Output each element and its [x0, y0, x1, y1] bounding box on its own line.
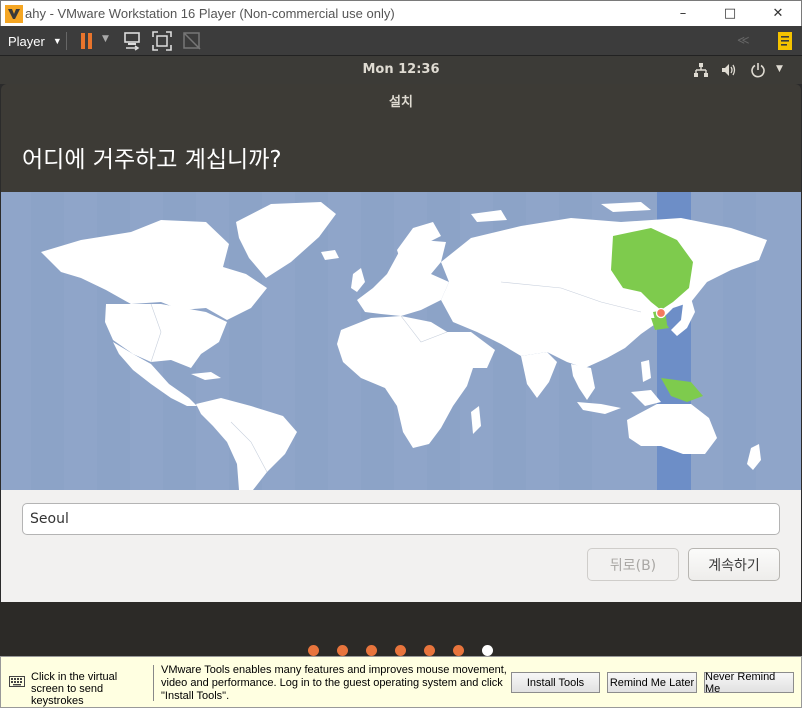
- install-tools-button[interactable]: Install Tools: [511, 672, 600, 693]
- world-map-graphic: [31, 192, 767, 490]
- progress-dot-6: [453, 645, 464, 656]
- volume-icon[interactable]: [721, 62, 737, 78]
- keyboard-icon: [9, 676, 25, 687]
- tools-message: VMware Tools enables many features and i…: [161, 664, 507, 702]
- panel-clock[interactable]: Mon 12:36: [0, 62, 802, 77]
- send-ctrl-alt-del-icon[interactable]: [121, 30, 143, 52]
- player-menu-label: Player: [8, 33, 45, 49]
- chevron-down-icon: ▼: [52, 36, 62, 46]
- unity-icon[interactable]: [181, 30, 203, 52]
- timezone-map[interactable]: [1, 192, 801, 490]
- ubuntu-top-panel: Mon 12:36 ▼: [0, 56, 802, 84]
- never-remind-button[interactable]: Never Remind Me: [704, 671, 794, 695]
- progress-dot-1: [308, 645, 319, 656]
- keystroke-hint: Click in the virtual screen to send keys…: [31, 671, 118, 707]
- minimize-button[interactable]: –: [660, 1, 706, 26]
- progress-dot-2: [337, 645, 348, 656]
- back-button[interactable]: 뒤로(B): [587, 548, 679, 581]
- toolsbar-divider: [153, 665, 154, 701]
- window-titlebar: ahy - VMware Workstation 16 Player (Non-…: [0, 0, 802, 26]
- library-icon[interactable]: [774, 30, 796, 52]
- power-icon[interactable]: [750, 62, 766, 78]
- player-menu[interactable]: Player ▼: [2, 28, 62, 54]
- collapse-icon[interactable]: ≪: [737, 33, 750, 47]
- maximize-button[interactable]: □: [707, 1, 753, 26]
- network-icon[interactable]: [693, 62, 709, 78]
- installer-progress: [0, 602, 802, 656]
- page-title: 어디에 거주하고 계십니까?: [22, 147, 282, 173]
- vmware-tools-bar: Click in the virtual screen to send keys…: [0, 656, 802, 708]
- location-form: 뒤로(B) 계속하기: [1, 490, 801, 602]
- installer-window-title: 설치: [389, 95, 413, 110]
- continue-button[interactable]: 계속하기: [688, 548, 780, 581]
- toolbar-divider: [66, 32, 67, 50]
- vmware-toolbar: Player ▼ ▼ ≪: [0, 26, 802, 56]
- pause-icon[interactable]: [76, 30, 98, 52]
- vmware-logo-icon: [5, 5, 23, 23]
- installer-header: 설치 어디에 거주하고 계십니까?: [1, 84, 801, 192]
- chevron-down-icon[interactable]: ▼: [776, 64, 783, 74]
- progress-dot-current: [482, 645, 493, 656]
- pause-dropdown-icon[interactable]: ▼: [102, 34, 109, 44]
- progress-dot-4: [395, 645, 406, 656]
- remind-later-button[interactable]: Remind Me Later: [607, 672, 697, 693]
- installer-window: 설치 어디에 거주하고 계십니까? Seoul 뒤로(B) 계속하기: [1, 84, 801, 602]
- progress-dot-3: [366, 645, 377, 656]
- progress-dot-5: [424, 645, 435, 656]
- fit-guest-icon[interactable]: [151, 30, 173, 52]
- selected-city-marker: [655, 307, 667, 319]
- window-title: ahy - VMware Workstation 16 Player (Non-…: [25, 6, 395, 21]
- close-button[interactable]: ✕: [755, 1, 801, 26]
- location-input[interactable]: [22, 503, 780, 535]
